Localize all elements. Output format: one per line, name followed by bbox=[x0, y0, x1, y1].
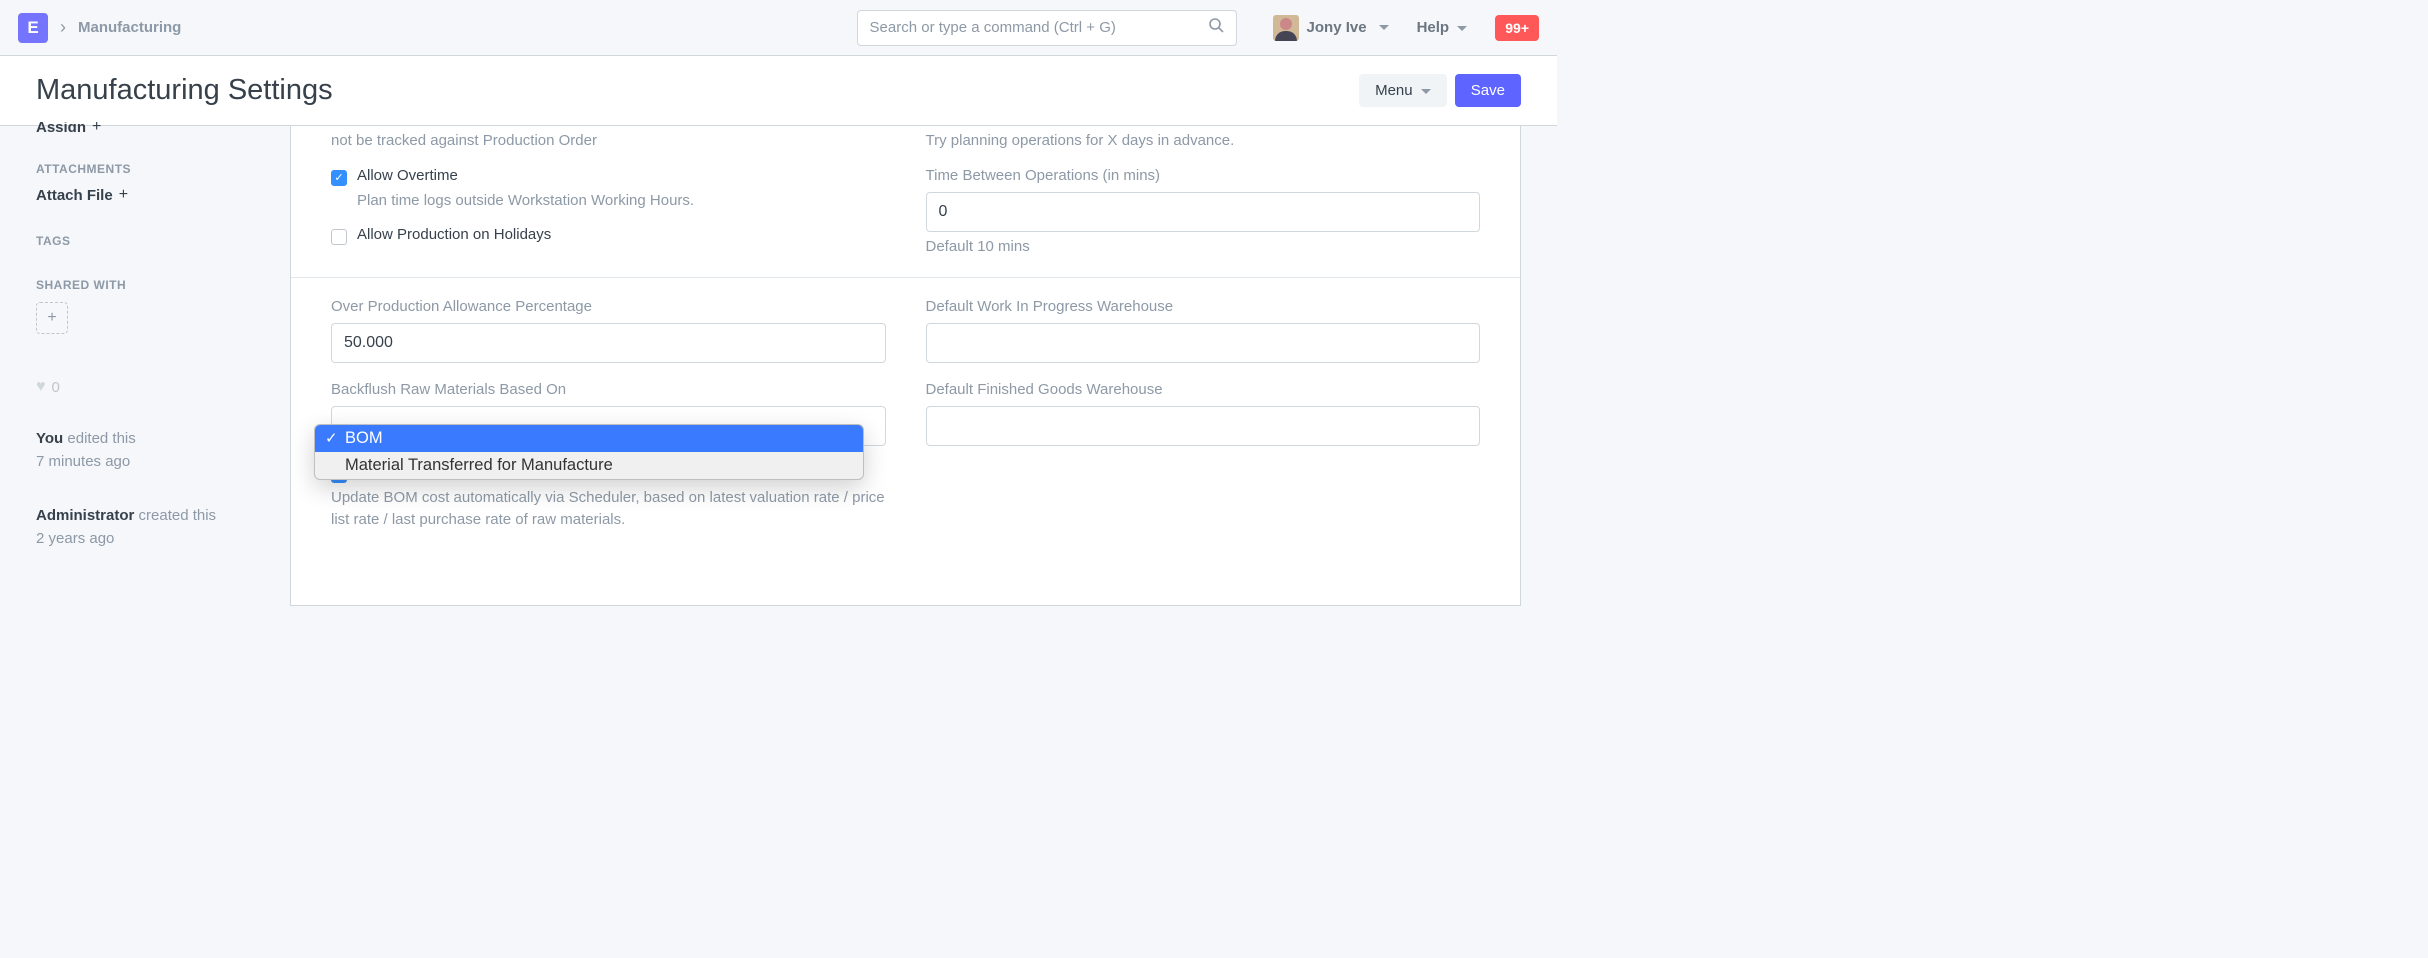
field-label: Backflush Raw Materials Based On bbox=[331, 381, 886, 398]
timeline-when: 2 years ago bbox=[36, 530, 114, 547]
field-help: Plan time logs outside Workstation Worki… bbox=[357, 190, 886, 213]
field-help: Update BOM cost automatically via Schedu… bbox=[331, 487, 886, 532]
shared-with-heading: SHARED WITH bbox=[36, 278, 270, 292]
dropdown-option[interactable]: BOM bbox=[315, 425, 863, 452]
attach-file-label: Attach File bbox=[36, 187, 113, 204]
checkbox-icon bbox=[331, 229, 347, 245]
checkbox-label: Allow Production on Holidays bbox=[357, 226, 551, 243]
attach-file-action[interactable]: Attach File + bbox=[36, 186, 270, 204]
avatar bbox=[1273, 15, 1299, 41]
chevron-down-icon bbox=[1421, 89, 1431, 94]
field-label: Default Work In Progress Warehouse bbox=[926, 298, 1481, 315]
search-box[interactable] bbox=[857, 10, 1237, 46]
menu-button[interactable]: Menu bbox=[1359, 74, 1447, 107]
checkbox-label: Allow Overtime bbox=[357, 167, 458, 184]
sidebar: Assign+ ATTACHMENTS Attach File + TAGS S… bbox=[36, 126, 290, 606]
field-help: Default 10 mins bbox=[926, 238, 1481, 255]
default-fg-warehouse-input[interactable] bbox=[926, 406, 1481, 446]
notification-badge[interactable]: 99+ bbox=[1495, 15, 1539, 41]
breadcrumb-chevron-icon: › bbox=[60, 17, 66, 38]
over-production-input[interactable] bbox=[331, 323, 886, 363]
search-icon bbox=[1208, 17, 1224, 38]
field-label: Default Finished Goods Warehouse bbox=[926, 381, 1481, 398]
default-wip-warehouse-input[interactable] bbox=[926, 323, 1481, 363]
page-header: Manufacturing Settings Menu Save bbox=[0, 56, 1557, 126]
plus-icon: + bbox=[47, 309, 56, 327]
chevron-down-icon bbox=[1457, 26, 1467, 31]
timeline-action: edited this bbox=[67, 430, 135, 447]
timeline-entry: Administrator created this 2 years ago bbox=[36, 505, 270, 550]
navbar: E › Manufacturing Jony Ive Help 99+ bbox=[0, 0, 1557, 56]
help-label: Help bbox=[1417, 19, 1450, 36]
user-name: Jony Ive bbox=[1307, 19, 1367, 36]
tags-heading: TAGS bbox=[36, 234, 270, 248]
breadcrumb[interactable]: Manufacturing bbox=[78, 19, 181, 36]
timeline-who: Administrator bbox=[36, 507, 134, 524]
form-section: not be tracked against Production Order … bbox=[291, 126, 1520, 278]
heart-icon: ♥ bbox=[36, 378, 46, 396]
timeline-entry: You edited this 7 minutes ago bbox=[36, 428, 270, 473]
time-between-input[interactable] bbox=[926, 192, 1481, 232]
page-body: Assign+ ATTACHMENTS Attach File + TAGS S… bbox=[0, 126, 1557, 606]
likes-count: 0 bbox=[52, 379, 60, 396]
dropdown-option[interactable]: Material Transferred for Manufacture bbox=[315, 452, 863, 479]
plus-icon: + bbox=[119, 186, 128, 204]
app-logo[interactable]: E bbox=[18, 13, 48, 43]
field-label: Time Between Operations (in mins) bbox=[926, 167, 1481, 184]
chevron-down-icon bbox=[1379, 25, 1389, 30]
timeline-action: created this bbox=[139, 507, 217, 524]
timeline-when: 7 minutes ago bbox=[36, 453, 130, 470]
menu-button-label: Menu bbox=[1375, 82, 1413, 99]
timeline-who: You bbox=[36, 430, 63, 447]
save-button[interactable]: Save bbox=[1455, 74, 1521, 107]
form-area: not be tracked against Production Order … bbox=[290, 126, 1521, 606]
field-label: Over Production Allowance Percentage bbox=[331, 298, 886, 315]
likes-row[interactable]: ♥ 0 bbox=[36, 378, 270, 396]
search-input[interactable] bbox=[870, 19, 1208, 36]
page-title: Manufacturing Settings bbox=[36, 74, 333, 107]
assign-action[interactable]: Assign+ bbox=[36, 122, 270, 132]
allow-overtime-checkbox[interactable]: ✓ Allow Overtime bbox=[331, 167, 886, 186]
plus-icon: + bbox=[92, 122, 101, 132]
add-shared-user[interactable]: + bbox=[36, 302, 68, 334]
attachments-heading: ATTACHMENTS bbox=[36, 162, 270, 176]
field-help: Try planning operations for X days in ad… bbox=[926, 130, 1481, 153]
allow-holidays-checkbox[interactable]: Allow Production on Holidays bbox=[331, 226, 886, 245]
form-section: Over Production Allowance Percentage Bac… bbox=[291, 278, 1520, 568]
checkbox-icon: ✓ bbox=[331, 170, 347, 186]
user-menu[interactable]: Jony Ive bbox=[1273, 15, 1389, 41]
backflush-dropdown: BOM Material Transferred for Manufacture bbox=[314, 424, 864, 480]
field-help: not be tracked against Production Order bbox=[331, 130, 886, 153]
help-menu[interactable]: Help bbox=[1417, 19, 1468, 36]
